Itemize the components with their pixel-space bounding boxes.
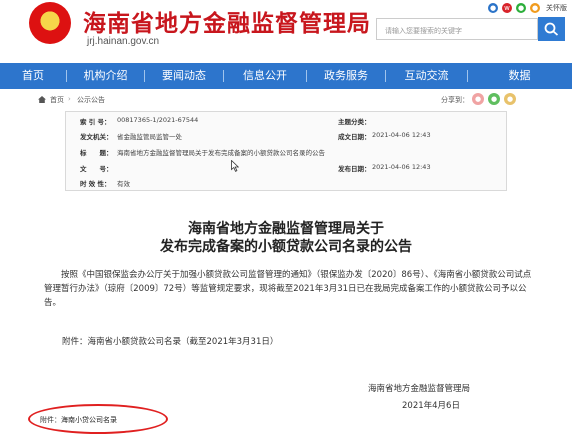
search-button[interactable] [538,17,565,41]
wechat-share-icon[interactable]: ● [488,93,500,105]
title-label: 标 题： [80,149,113,157]
national-emblem-icon [29,2,71,44]
main-nav: 首页 机构介绍 要闻动态 信息公开 政务服务 互动交流 数据 [0,63,572,89]
metadata-row: 时 效 性： 有效 [66,178,506,191]
care-mode-link[interactable]: 关怀版 [546,3,567,13]
share-icons: ● ● ● [472,93,516,105]
breadcrumb: 首页 › 公示公告 分享到： ● ● ● [38,92,548,108]
nav-item-home[interactable]: 首页 [0,63,66,89]
document-number-label: 文 号： [80,165,113,173]
nav-item-data[interactable]: 数据 [468,63,571,89]
index-value: 00817365-1/2021-67544 [117,116,199,124]
weibo-icon[interactable]: w [502,2,512,13]
weibo-share-icon[interactable]: ● [504,93,516,105]
article-title-line-2: 发布完成备案的小额贷款公司名录的公告 [160,239,412,255]
validity-value: 有效 [117,180,130,188]
breadcrumb-separator: › [68,95,71,103]
nav-item-interaction[interactable]: 互动交流 [386,63,467,89]
nav-item-disclosure[interactable]: 信息公开 [224,63,306,89]
article-title-line-1: 海南省地方金融监督管理局关于 [188,221,384,237]
signature-organization: 海南省地方金融监督管理局 [368,384,471,394]
breadcrumb-announcements[interactable]: 公示公告 [77,95,105,105]
metadata-row: 发文机关： 省金融监管局监管一处 成文日期： 2021-04-06 12:43 [66,131,506,144]
site-url: jrj.hainan.gov.cn [87,36,160,47]
metadata-row: 文 号： 发布日期： 2021-04-06 12:43 [66,163,506,176]
metadata-row: 索 引 号： 00817365-1/2021-67544 主题分类： [66,116,506,129]
home-icon [38,96,46,103]
index-label: 索 引 号： [80,118,111,126]
published-date-value: 2021-04-06 12:43 [372,163,431,171]
share-label: 分享到： [441,96,469,104]
nav-item-news[interactable]: 要闻动态 [145,63,223,89]
article-body: 按照《中国银保监会办公厅关于加强小额贷款公司监督管理的通知》（银保监办发〔202… [44,270,532,308]
attachment-note: 附件：海南省小额贷款公司名录（截至2021年3月31日） [62,337,279,347]
search-input[interactable]: 请输入您要搜索的关键字 [376,18,538,40]
accessibility-icon[interactable]: ● [530,2,540,13]
metadata-row: 标 题： 海南省地方金融监督管理局关于发布完成备案的小额贷款公司名录的公告 [66,147,506,160]
title-value: 海南省地方金融监督管理局关于发布完成备案的小额贷款公司名录的公告 [117,149,325,157]
search-icon [544,22,559,36]
created-date-value: 2021-04-06 12:43 [372,131,431,139]
site-title[interactable]: 海南省地方金融监督管理局 [83,4,371,38]
document-metadata-box: 索 引 号： 00817365-1/2021-67544 主题分类： 发文机关：… [65,111,507,191]
created-date-label: 成文日期： [338,133,371,141]
nav-item-about[interactable]: 机构介绍 [67,63,144,89]
top-utility-bar: ● w ● ● 关怀版 [488,2,567,13]
site-header: 海南省地方金融监督管理局 jrj.hainan.gov.cn ● w ● ● 关… [0,0,572,63]
user-icon[interactable]: ● [488,2,498,13]
validity-label: 时 效 性： [80,180,111,188]
qq-share-icon[interactable]: ● [472,93,484,105]
mouse-cursor-icon [231,160,239,172]
issuer-label: 发文机关： [80,133,113,141]
signature-date: 2021年4月6日 [402,401,460,411]
breadcrumb-home[interactable]: 首页 [50,95,64,105]
wechat-icon[interactable]: ● [516,2,526,13]
published-date-label: 发布日期： [338,165,371,173]
nav-item-services[interactable]: 政务服务 [307,63,385,89]
issuer-value: 省金融监管局监管一处 [117,133,182,141]
category-label: 主题分类： [338,118,371,126]
highlight-ring [28,404,168,434]
